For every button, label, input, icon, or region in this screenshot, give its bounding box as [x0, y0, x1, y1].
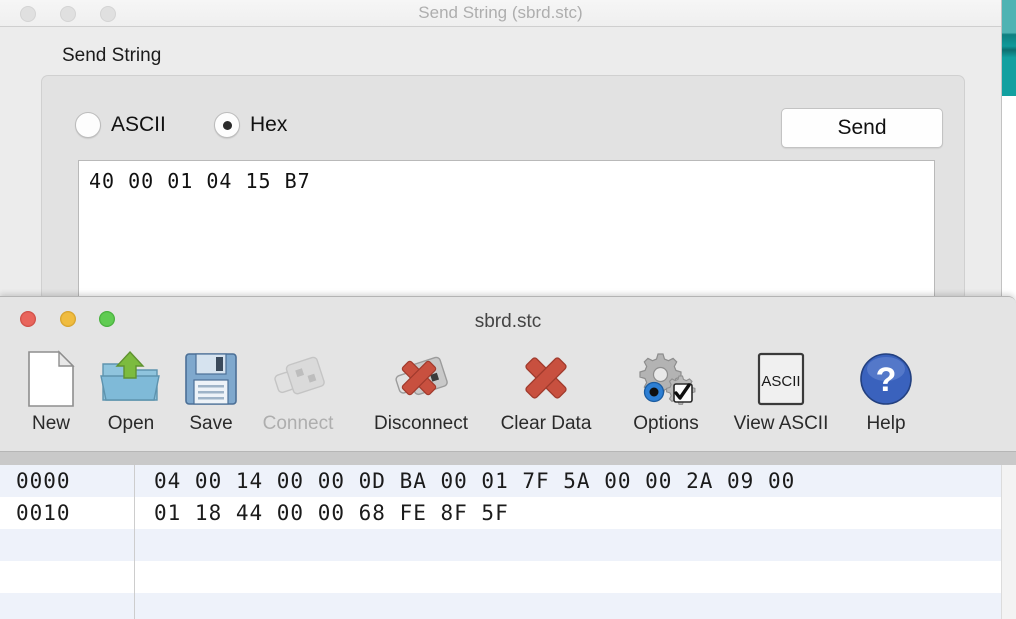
sbrd-main-window[interactable]: sbrd.stc New Open Save Connect Disconnec… [0, 296, 1016, 619]
send-string-body: Send String ASCII Hex Send 40 00 01 04 1… [0, 27, 1001, 301]
table-row[interactable]: 0010 01 18 44 00 00 68 FE 8F 5F [0, 497, 1002, 529]
row-bytes: 04 00 14 00 00 0D BA 00 01 7F 5A 00 00 2… [154, 469, 796, 493]
radio-hex-label: Hex [250, 113, 288, 136]
row-address: 0010 [16, 501, 71, 525]
table-row[interactable]: 0000 04 00 14 00 00 0D BA 00 01 7F 5A 00… [0, 465, 1002, 497]
radio-hex[interactable]: Hex [214, 112, 287, 138]
table-row[interactable] [0, 529, 1002, 561]
toolbar-button-view-ascii[interactable]: ASCII View ASCII [733, 343, 829, 447]
usb-drive-x-icon [385, 347, 457, 411]
toolbar-label-save: Save [189, 413, 233, 434]
toolbar-button-save[interactable]: Save [165, 343, 257, 447]
main-window-titlebar[interactable]: sbrd.stc [0, 297, 1016, 343]
radio-hex-indicator[interactable] [214, 112, 240, 138]
ascii-box-icon: ASCII [745, 347, 817, 411]
row-address: 0000 [16, 469, 71, 493]
hex-dump-scrollbar[interactable] [1001, 465, 1016, 619]
radio-ascii-label: ASCII [111, 113, 166, 136]
toolbar-button-new[interactable]: New [5, 343, 97, 447]
toolbar-button-help[interactable]: ? Help [840, 343, 932, 447]
toolbar-label-options: Options [633, 413, 699, 434]
send-string-window-title: Send String (sbrd.stc) [418, 3, 583, 22]
toolbar-label-disconnect: Disconnect [374, 413, 468, 434]
red-x-icon [510, 347, 582, 411]
table-row[interactable] [0, 593, 1002, 619]
toolbar-button-open[interactable]: Open [85, 343, 177, 447]
main-window-title: sbrd.stc [474, 311, 542, 332]
usb-drive-icon [262, 347, 334, 411]
toolbar-button-disconnect[interactable]: Disconnect [374, 343, 468, 447]
toolbar-label-view-ascii: View ASCII [733, 413, 829, 434]
gears-icon [630, 347, 702, 411]
toolbar: New Open Save Connect Disconnect Clear D… [0, 343, 1016, 451]
toolbar-button-options[interactable]: Options [620, 343, 712, 447]
radio-ascii-indicator[interactable] [75, 112, 101, 138]
hex-string-input[interactable]: 40 00 01 04 15 B7 [78, 160, 935, 297]
svg-text:ASCII: ASCII [761, 373, 800, 390]
toolbar-label-help: Help [866, 413, 906, 434]
send-string-group-label: Send String [62, 45, 162, 66]
table-row[interactable] [0, 561, 1002, 593]
toolbar-label-open: Open [107, 413, 155, 434]
radio-ascii[interactable]: ASCII [75, 112, 166, 138]
hex-dump-table[interactable]: 0000 04 00 14 00 00 0D BA 00 01 7F 5A 00… [0, 465, 1002, 619]
hex-dump-column-divider [134, 465, 135, 619]
toolbar-label-connect: Connect [262, 413, 334, 434]
send-string-group-box: ASCII Hex Send 40 00 01 04 15 B7 [41, 75, 965, 301]
send-string-titlebar[interactable]: Send String (sbrd.stc) [0, 0, 1001, 27]
send-button[interactable]: Send [781, 108, 943, 148]
send-button-label: Send [837, 116, 887, 139]
new-document-icon [15, 347, 87, 411]
open-folder-icon [95, 347, 167, 411]
toolbar-button-connect[interactable]: Connect [252, 343, 344, 447]
svg-text:?: ? [876, 361, 897, 399]
toolbar-label-clear-data: Clear Data [500, 413, 592, 434]
row-bytes: 01 18 44 00 00 68 FE 8F 5F [154, 501, 509, 525]
help-question-icon: ? [850, 347, 922, 411]
floppy-disk-icon [175, 347, 247, 411]
toolbar-button-clear-data[interactable]: Clear Data [500, 343, 592, 447]
toolbar-label-new: New [31, 413, 70, 434]
background-window-sliver[interactable] [1000, 0, 1016, 96]
send-string-window[interactable]: Send String (sbrd.stc) Send String ASCII… [0, 0, 1002, 301]
